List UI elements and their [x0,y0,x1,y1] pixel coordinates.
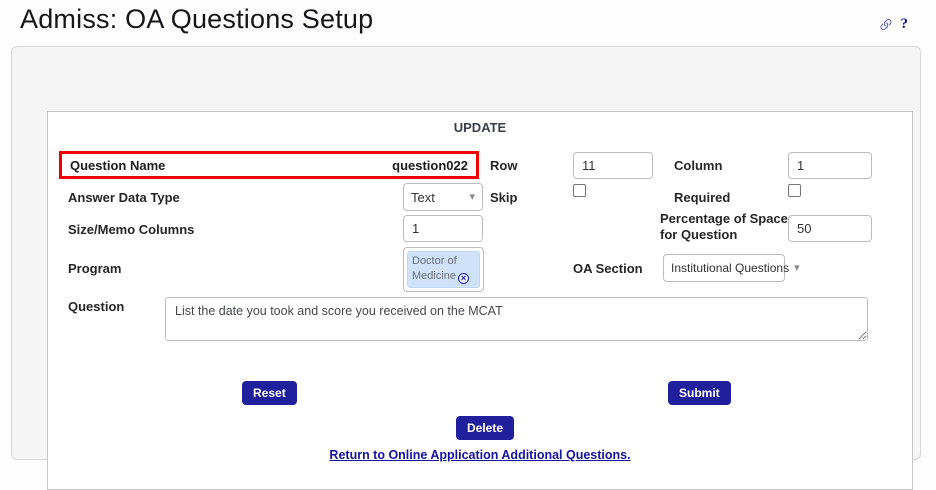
submit-button[interactable]: Submit [668,381,731,405]
chevron-down-icon: ▾ [794,261,800,274]
column-input[interactable] [788,152,872,179]
answer-data-type-label: Answer Data Type [68,190,180,205]
oa-section-label: OA Section [573,261,643,276]
skip-checkbox[interactable] [573,184,586,197]
page-title: Admiss: OA Questions Setup [20,4,374,34]
oa-section-select[interactable]: Institutional Questions ▾ [663,254,800,282]
oa-section-value: Institutional Questions [671,261,790,275]
row-label: Row [490,158,518,173]
return-link[interactable]: Return to Online Application Additional … [329,448,630,462]
update-form-panel: UPDATE Question Name question022 Row Col… [47,111,913,490]
column-label: Column [674,158,723,173]
question-label: Question [68,299,125,314]
form-card: UPDATE Question Name question022 Row Col… [11,46,921,490]
percentage-space-label: Percentage of Space for Question [660,211,788,242]
size-memo-columns-input[interactable] [403,215,483,242]
permalink-icon[interactable] [878,17,894,33]
return-link-row: Return to Online Application Additional … [48,446,912,464]
chip-remove-icon[interactable]: × [458,272,470,284]
answer-data-type-select[interactable]: Text ▾ [403,183,483,211]
form-heading: UPDATE [453,120,507,135]
answer-data-type-value: Text [411,189,435,205]
program-multiselect[interactable]: Doctor of Medicine × [403,247,484,292]
question-textarea[interactable]: List the date you took and score you rec… [165,297,868,341]
required-checkbox[interactable] [788,184,801,197]
row-input[interactable] [573,152,653,179]
program-chip: Doctor of Medicine × [407,251,480,288]
question-name-label: Question Name [70,157,166,173]
delete-button[interactable]: Delete [456,416,515,440]
reset-button[interactable]: Reset [242,381,297,405]
percentage-space-input[interactable] [788,215,872,242]
required-label: Required [674,190,731,205]
question-name-value: question022 [392,157,468,173]
help-icon[interactable]: ? [901,16,909,33]
program-label: Program [68,261,122,276]
chevron-down-icon: ▾ [469,190,475,203]
question-name-highlighted-field[interactable]: Question Name question022 [59,151,479,179]
skip-label: Skip [490,190,518,205]
header-icons: ? [878,16,909,33]
size-memo-columns-label: Size/Memo Columns [68,222,195,237]
program-chip-text: Doctor of Medicine [412,255,457,282]
